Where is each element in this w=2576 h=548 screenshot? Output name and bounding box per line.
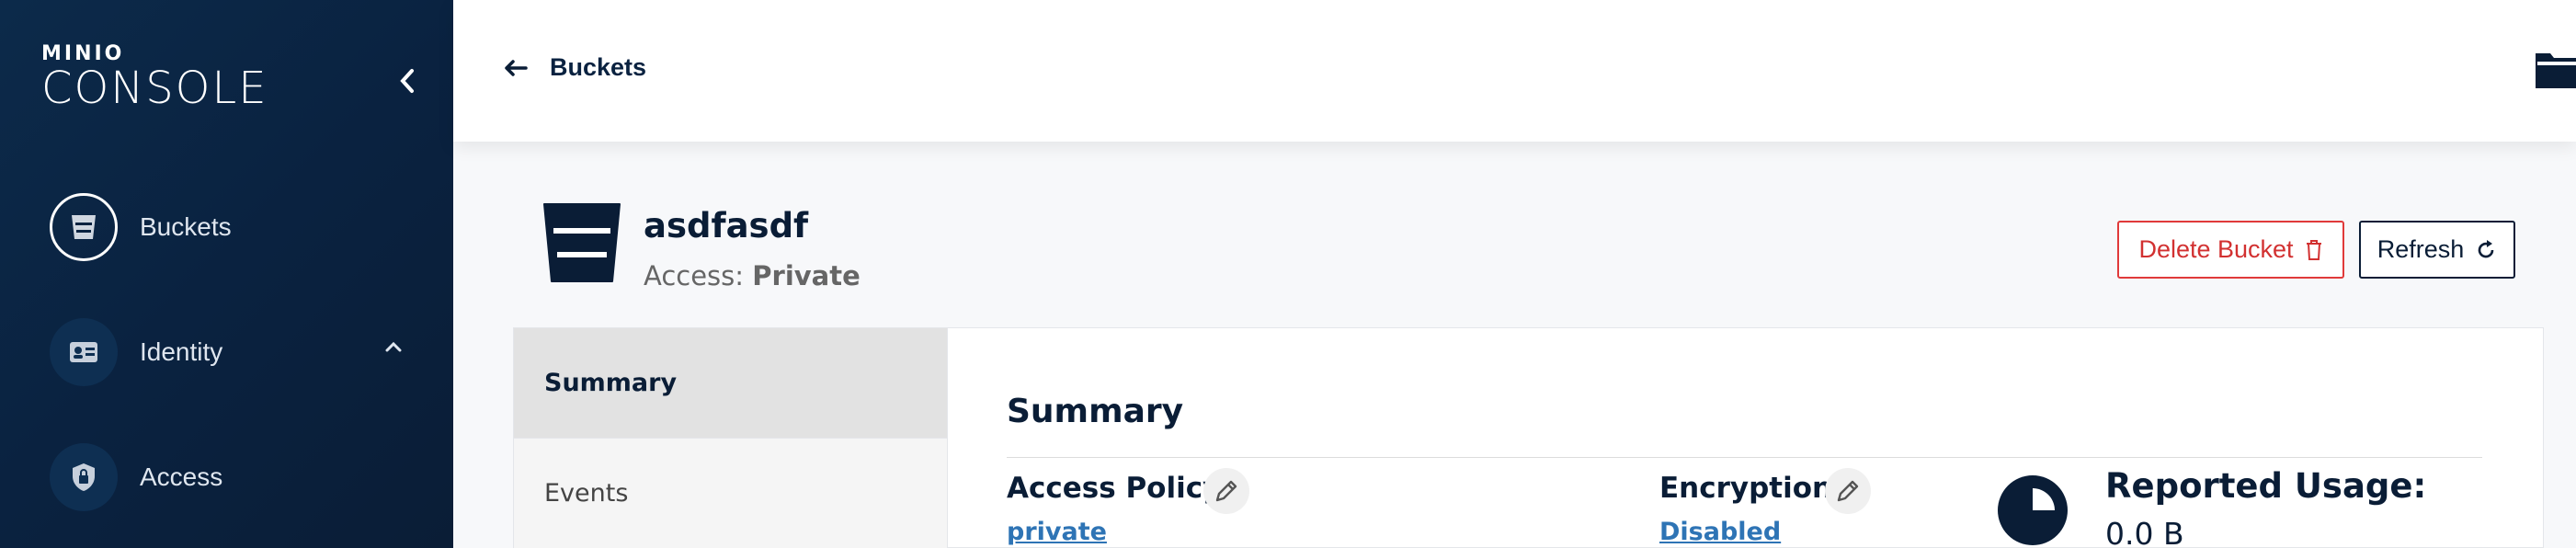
bucket-access-value: Private [752, 260, 861, 291]
summary-panel: Summary Access Policy: private Encryptio… [948, 327, 2544, 548]
arrow-left-icon [505, 59, 528, 76]
bucket-access: Access: Private [644, 260, 861, 291]
refresh-button[interactable]: Refresh [2359, 221, 2515, 279]
sidebar-item-label: Access [140, 462, 223, 491]
pencil-icon [1837, 480, 1859, 502]
chevron-up-icon[interactable] [384, 340, 403, 353]
encryption-link[interactable]: Disabled [1659, 518, 1781, 546]
sidebar-item-buckets[interactable]: Buckets [50, 193, 436, 261]
bucket-icon [50, 193, 118, 261]
access-policy-label: Access Policy: [1007, 472, 1233, 505]
edit-encryption-button[interactable] [1825, 468, 1871, 514]
refresh-label: Refresh [2377, 235, 2465, 263]
folder-icon[interactable] [2536, 46, 2576, 88]
encryption-label: Encryption: [1659, 472, 1844, 505]
chevron-left-icon [400, 69, 414, 93]
pie-chart-icon [1998, 475, 2068, 545]
sidebar-item-access[interactable]: Access [50, 443, 436, 511]
sidebar: MINIO CONSOLE Buckets Identity Access [0, 0, 453, 548]
shield-lock-icon [50, 443, 118, 511]
back-link-label: Buckets [550, 53, 647, 81]
logo-top-text: MINIO [41, 42, 125, 65]
refresh-icon [2478, 239, 2494, 257]
pencil-icon [1215, 480, 1237, 502]
bucket-access-prefix: Access: [644, 260, 745, 291]
reported-usage-label: Reported Usage: [2105, 466, 2427, 506]
edit-access-policy-button[interactable] [1203, 468, 1249, 514]
sidebar-item-label: Buckets [140, 212, 232, 241]
trash-icon [2306, 239, 2321, 260]
logo-main-text: CONSOLE [41, 63, 268, 114]
top-header: Buckets [453, 0, 2576, 142]
minio-console-logo[interactable]: MINIO CONSOLE [41, 42, 268, 114]
tab-events[interactable]: Events [514, 439, 947, 548]
bucket-large-icon [543, 203, 621, 282]
bucket-name: asdfasdf [644, 206, 809, 245]
access-policy-link[interactable]: private [1007, 518, 1107, 546]
delete-bucket-button[interactable]: Delete Bucket [2117, 221, 2344, 279]
id-card-icon [50, 318, 118, 386]
collapse-sidebar-button[interactable] [395, 63, 419, 99]
delete-bucket-label: Delete Bucket [2138, 235, 2294, 263]
sidebar-item-identity[interactable]: Identity [50, 318, 436, 386]
back-to-buckets-link[interactable]: Buckets [504, 53, 646, 82]
reported-usage-value: 0.0 B [2105, 516, 2184, 548]
divider [1007, 457, 2482, 458]
bucket-tabs: Summary Events [513, 327, 948, 548]
section-title: Summary [1007, 393, 1184, 430]
tab-summary[interactable]: Summary [514, 328, 947, 439]
sidebar-item-label: Identity [140, 337, 223, 366]
